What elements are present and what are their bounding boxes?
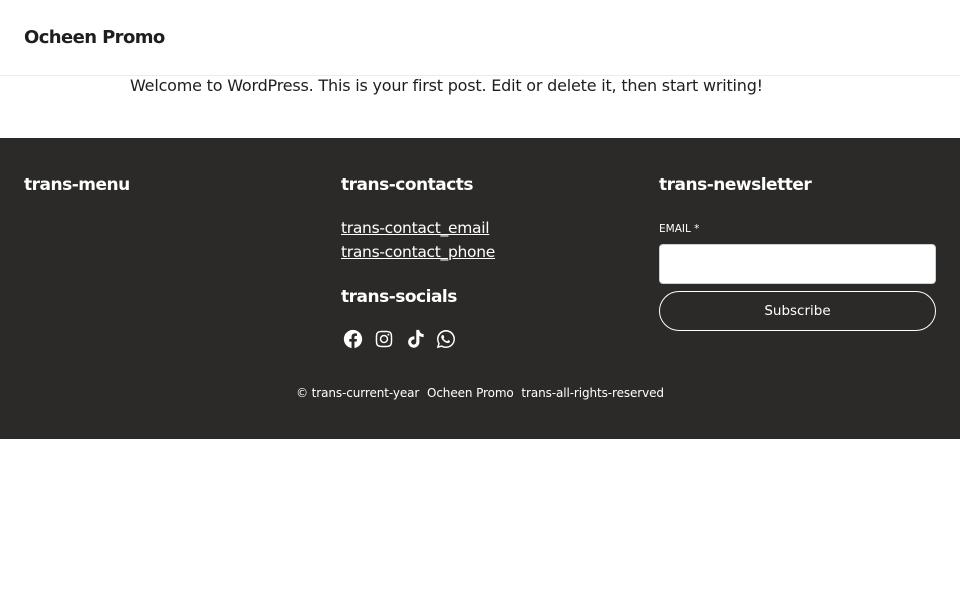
site-header: Ocheen Promo (0, 0, 960, 76)
newsletter-heading: trans-newsletter (659, 175, 812, 195)
facebook-icon[interactable] (342, 328, 364, 350)
site-footer: trans-menu trans-contacts trans-contact_… (0, 138, 960, 439)
contact-phone-link[interactable]: trans-contact_phone (341, 240, 495, 264)
menu-heading: trans-menu (24, 175, 130, 195)
footer-newsletter-column: trans-newsletter EMAIL * Subscribe (659, 174, 936, 331)
whatsapp-icon[interactable] (435, 328, 457, 350)
footer-columns: trans-menu trans-contacts trans-contact_… (0, 138, 960, 378)
instagram-icon[interactable] (373, 328, 395, 350)
email-label: EMAIL * (659, 223, 700, 235)
newsletter-form: EMAIL * Subscribe (659, 223, 936, 331)
social-icons (342, 328, 641, 350)
copyright-site-name: Ocheen Promo (426, 386, 514, 400)
socials-heading: trans-socials (341, 287, 457, 307)
post-text: Welcome to WordPress. This is your first… (130, 76, 763, 95)
copyright-year: © trans-current-year (296, 386, 420, 400)
site-title[interactable]: Ocheen Promo (24, 27, 165, 48)
copyright-rights: trans-all-rights-reserved (521, 386, 664, 400)
footer-contacts-column: trans-contacts trans-contact_email trans… (341, 174, 641, 350)
footer-menu-column: trans-menu (24, 174, 324, 196)
contacts-heading: trans-contacts (341, 175, 474, 195)
subscribe-button[interactable]: Subscribe (659, 291, 936, 331)
copyright: © trans-current-year Ocheen Promo trans-… (0, 386, 960, 400)
post-content: Welcome to WordPress. This is your first… (0, 75, 960, 138)
email-field[interactable] (659, 244, 936, 284)
tiktok-icon[interactable] (404, 328, 426, 350)
contact-links: trans-contact_email trans-contact_phone (341, 216, 641, 264)
contact-email-link[interactable]: trans-contact_email (341, 216, 490, 240)
